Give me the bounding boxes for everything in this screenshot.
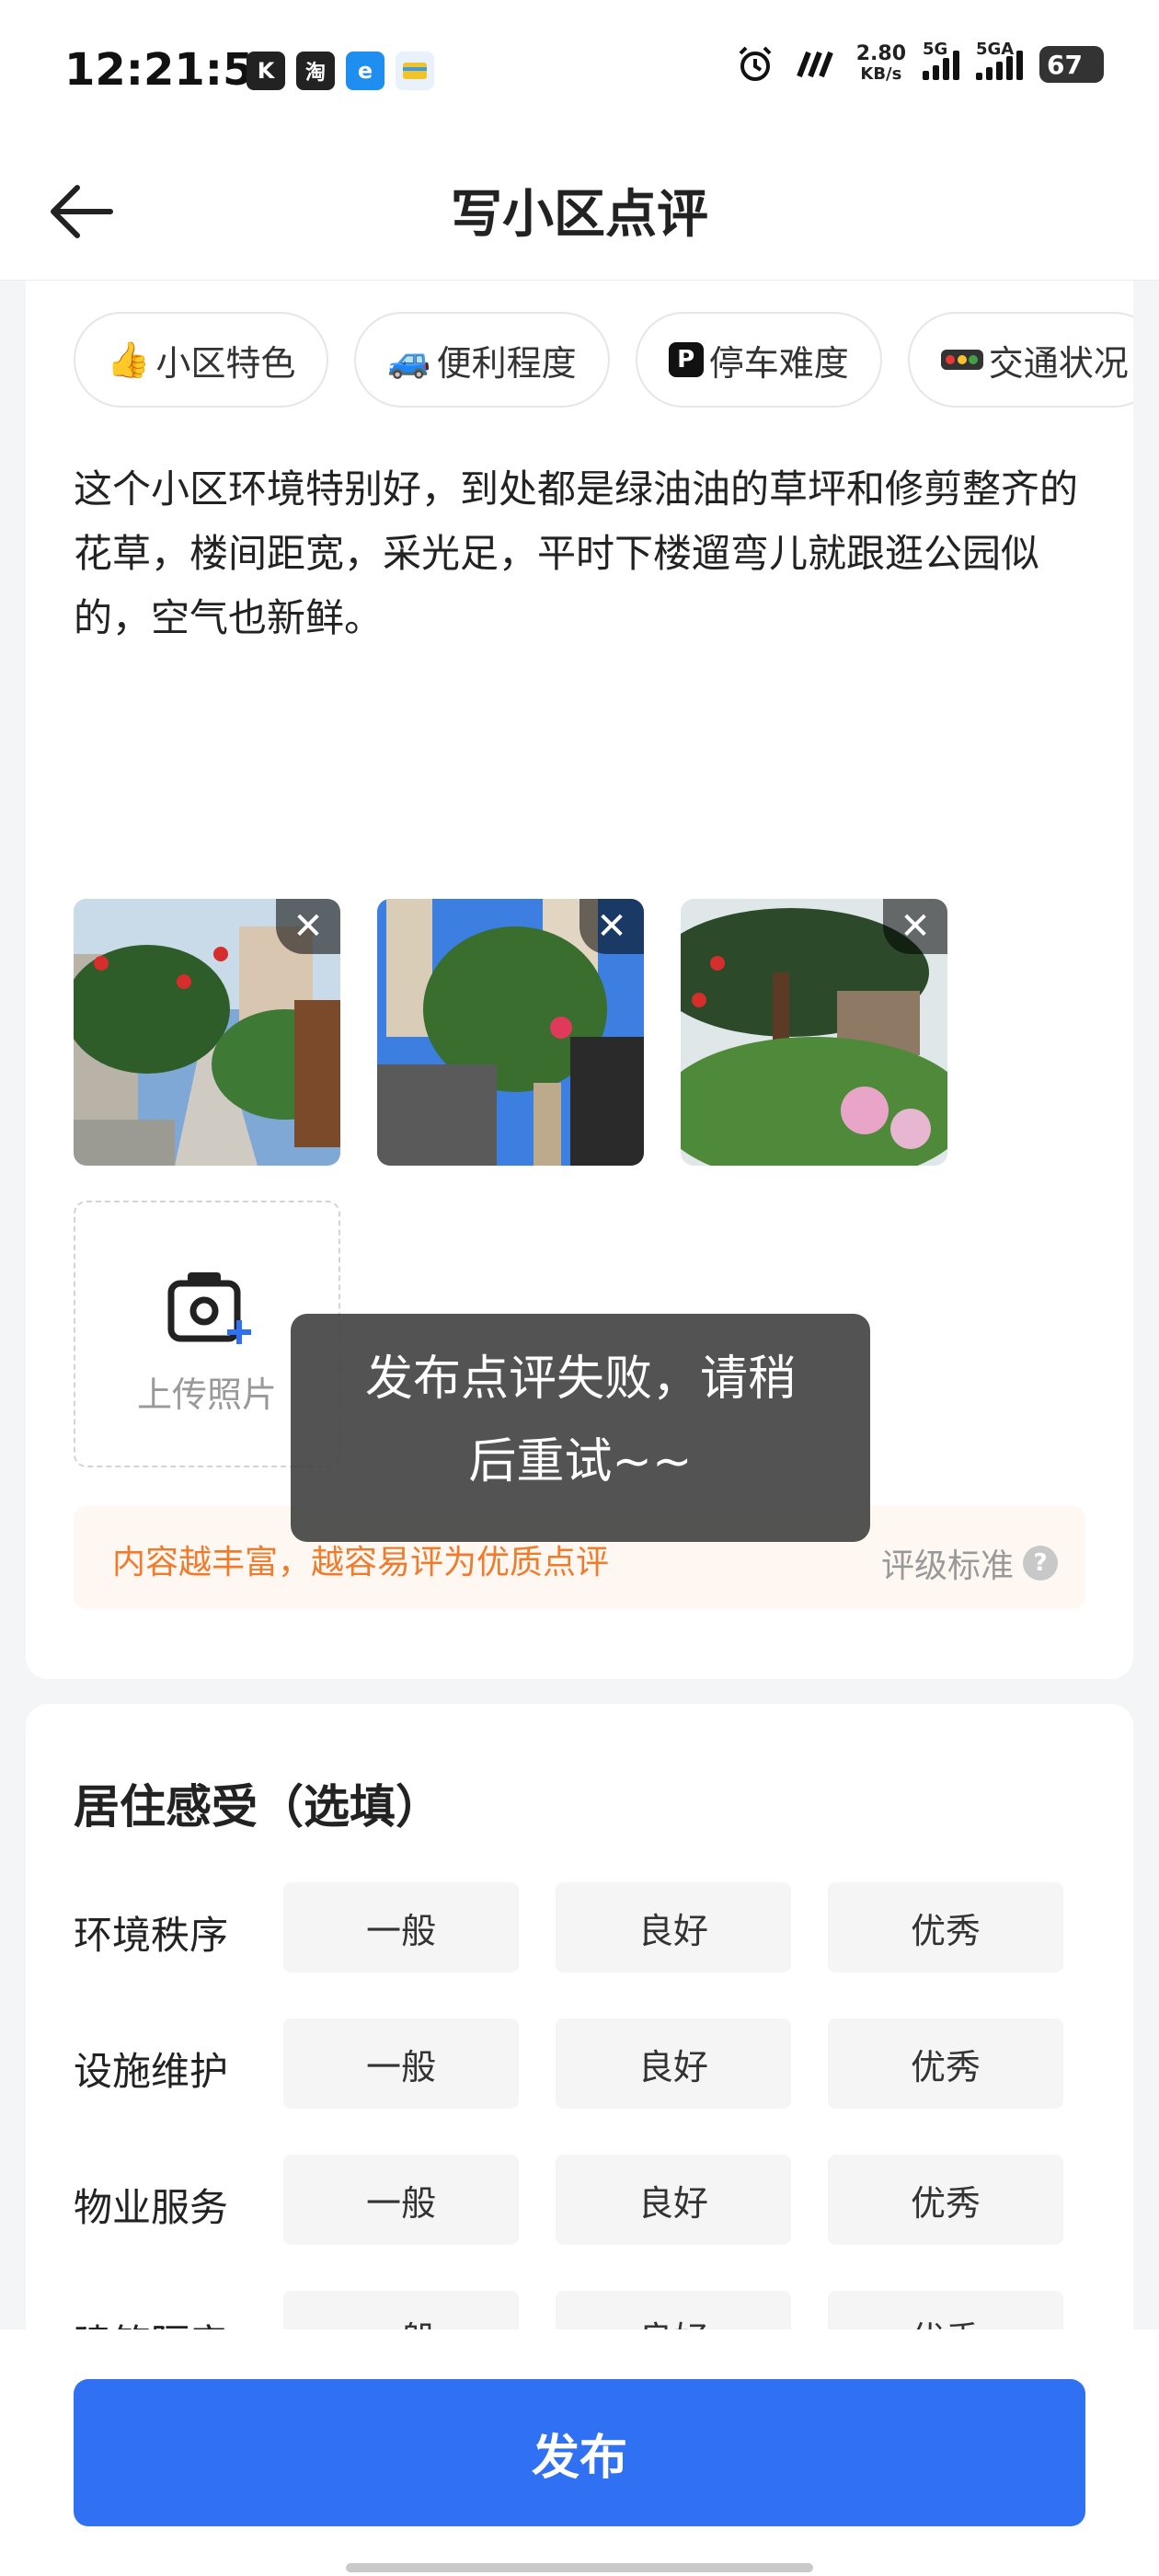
chip-convenience[interactable]: 🚙 便利程度	[354, 312, 610, 408]
option-excellent[interactable]: 优秀	[828, 1882, 1063, 1972]
chip-label: 便利程度	[436, 342, 577, 384]
bottom-bar: 发布	[0, 2329, 1159, 2576]
rating-row-property-service: 物业服务 一般 良好 优秀	[74, 2155, 1085, 2245]
rating-label: 环境秩序	[74, 1913, 229, 1958]
option-average[interactable]: 一般	[283, 2018, 519, 2109]
rating-label: 设施维护	[74, 2049, 229, 2094]
close-icon[interactable]: ✕	[580, 899, 644, 954]
photo-3[interactable]: ✕	[681, 899, 947, 1166]
wallet-icon	[396, 52, 434, 90]
network-speed: 2.80 KB/s	[856, 44, 906, 85]
alarm-icon	[739, 46, 772, 81]
option-excellent[interactable]: 优秀	[828, 2155, 1063, 2245]
battery-icon: 67	[1039, 46, 1104, 83]
chip-parking[interactable]: P 停车难度	[635, 312, 882, 408]
thumbs-up-icon: 👍	[107, 339, 151, 380]
chip-community-feature[interactable]: 👍 小区特色	[74, 312, 329, 408]
toast-line-2: 后重试~~	[468, 1434, 693, 1489]
close-icon[interactable]: ✕	[276, 899, 340, 954]
option-good[interactable]: 良好	[556, 2155, 791, 2245]
signal-5g: 5G	[923, 40, 959, 80]
photo-list: ✕ ✕ ✕	[74, 899, 947, 1166]
parking-icon: P	[668, 342, 704, 377]
close-icon[interactable]: ✕	[883, 899, 947, 954]
topic-chips: 👍 小区特色 🚙 便利程度 P 停车难度 交通状况	[74, 312, 1133, 408]
net1-label: 5G	[923, 40, 948, 59]
rating-row-facilities: 设施维护 一般 良好 优秀	[74, 2018, 1085, 2109]
home-indicator[interactable]	[346, 2563, 813, 2572]
chip-label: 交通状况	[988, 342, 1129, 384]
rating-standard-label: 评级标准	[880, 1547, 1014, 1585]
chip-label: 小区特色	[155, 342, 296, 384]
speed-value: 2.80	[855, 42, 906, 65]
rating-label: 物业服务	[74, 2185, 229, 2230]
car-icon: 🚙	[387, 339, 431, 380]
camera-add-icon	[167, 1272, 251, 1344]
photo-1[interactable]: ✕	[74, 899, 340, 1166]
traffic-light-icon	[940, 350, 983, 370]
net2-label: 5GA	[976, 40, 1015, 59]
review-textarea[interactable]: 这个小区环境特别好，到处都是绿油油的草坪和修剪整齐的花草，楼间距宽，采光足，平时…	[74, 457, 1085, 687]
kuaishou-icon: K	[247, 52, 285, 90]
rating-row-environment: 环境秩序 一般 良好 优秀	[74, 1882, 1085, 1972]
speed-unit: KB/s	[860, 64, 902, 84]
chip-label: 停车难度	[708, 342, 849, 384]
nav-bar: 写小区点评	[0, 138, 1159, 281]
tip-text: 内容越丰富，越容易评为优质点评	[112, 1544, 610, 1581]
option-excellent[interactable]: 优秀	[828, 2018, 1063, 2109]
status-app-icons: K 淘 e	[247, 52, 434, 90]
toast-line-1: 发布点评失败，请稍	[364, 1351, 796, 1407]
rating-standard-link[interactable]: 评级标准 ?	[881, 1539, 1058, 1587]
publish-button[interactable]: 发布	[74, 2379, 1085, 2526]
option-good[interactable]: 良好	[556, 1882, 791, 1972]
eleme-icon: e	[346, 52, 384, 90]
option-average[interactable]: 一般	[283, 2155, 519, 2245]
signal-5ga: 5GA	[976, 40, 1023, 80]
status-bar: 12:21:56 K 淘 e 2.80 KB/s 5G 5GA 67	[0, 0, 1159, 138]
error-toast: 发布点评失败，请稍 后重试~~	[291, 1314, 870, 1542]
section-title: 居住感受（选填）	[74, 1780, 442, 1834]
page-title: 写小区点评	[451, 185, 708, 245]
photo-2[interactable]: ✕	[377, 899, 644, 1166]
network-activity-icon	[796, 51, 833, 78]
chip-traffic[interactable]: 交通状况	[907, 312, 1133, 408]
status-indicators: 2.80 KB/s 5G 5GA 67	[735, 40, 1104, 85]
help-icon: ?	[1023, 1546, 1058, 1581]
option-good[interactable]: 良好	[556, 2018, 791, 2109]
taobao-icon: 淘	[296, 52, 335, 90]
option-average[interactable]: 一般	[283, 1882, 519, 1972]
